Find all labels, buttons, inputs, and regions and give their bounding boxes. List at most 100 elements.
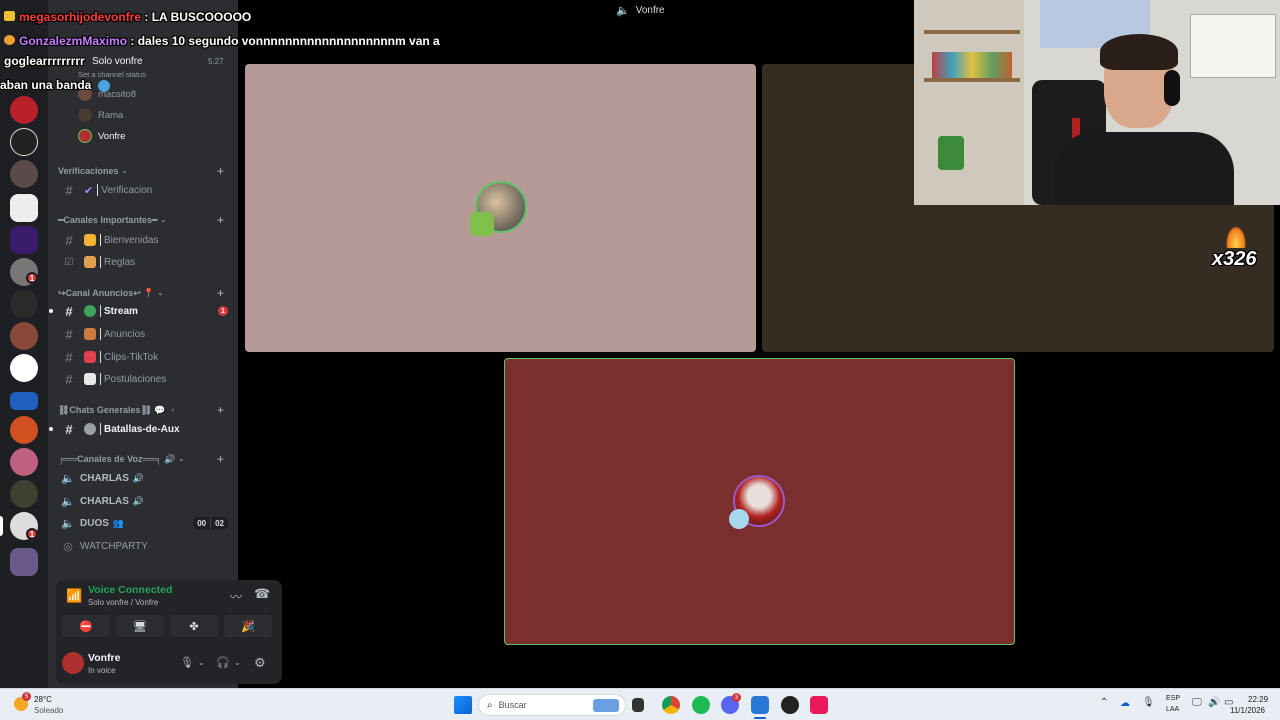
window-title: Vonfre (635, 5, 665, 16)
add-channel-icon[interactable]: + (217, 213, 224, 227)
chevron-down-icon: ⌄ (178, 456, 185, 463)
notepad-icon[interactable] (751, 696, 769, 714)
voice-channel-watchparty[interactable]: ◎ WATCHPARTY (56, 536, 232, 556)
member-name: Vonfre (98, 130, 126, 142)
chat-message: megasorhijodevonfre : LA BUSCOOOOO (4, 10, 251, 24)
server-icon-9[interactable] (10, 354, 38, 382)
microphone-icon[interactable]: 🎙 (1142, 697, 1155, 708)
spotify-icon[interactable] (692, 696, 710, 714)
disconnect-icon[interactable]: ☎ (254, 586, 270, 602)
avatar-decoration-icon (729, 509, 749, 529)
server-icon-15[interactable] (10, 548, 38, 576)
category-anuncios[interactable]: ↪Canal Anuncios↩ 📍 ⌄ + (58, 286, 234, 300)
server-icon-10[interactable] (10, 392, 38, 410)
gear-icon[interactable]: ⚙ (254, 655, 266, 671)
noise-suppression-icon[interactable]: 〰 (230, 588, 242, 605)
user-limit-counter: 00 02 (193, 516, 228, 530)
user-avatar[interactable] (62, 652, 84, 674)
screen-share-button[interactable]: 🖥 (116, 615, 164, 637)
channel-postulaciones[interactable]: # Postulaciones (56, 369, 232, 389)
webcam-overlay (914, 0, 1280, 205)
category-voz[interactable]: ╒══Canales de Voz══╕ 🔊 ⌄ + (58, 452, 234, 466)
soundboard-button[interactable]: 🎉 (224, 615, 272, 637)
voice-channel-duos[interactable]: 🔈 DUOS 👥 00 02 (56, 513, 232, 533)
tiktok-icon[interactable] (810, 696, 828, 714)
taskbar-search[interactable]: ⌕ Buscar (478, 694, 626, 716)
chevron-down-icon: ⌄ (160, 217, 167, 224)
shelf-board (924, 78, 1020, 82)
channel-clips-tiktok[interactable]: # Clips-TikTok (56, 347, 232, 367)
voice-channel-title[interactable]: Solo vonfre (92, 56, 143, 67)
camera-off-button[interactable]: ⛔ (62, 615, 110, 637)
chevron-down-icon[interactable]: ⌄ (234, 658, 241, 667)
camera-off-icon: ⛔ (79, 620, 93, 633)
clock-date[interactable]: 11/1/2026 (1230, 706, 1265, 715)
voice-connected-label[interactable]: Voice Connected (88, 584, 172, 596)
active-app-indicator (754, 717, 766, 719)
server-icon-5[interactable] (10, 226, 38, 254)
participant-tile-vonfre[interactable] (504, 358, 1015, 645)
onedrive-icon[interactable]: ☁ (1120, 698, 1130, 709)
headphones-icon[interactable]: 🎧 (216, 656, 230, 669)
windows-start-icon[interactable] (454, 696, 472, 714)
server-icon-8[interactable] (10, 322, 38, 350)
voice-member[interactable]: Rama (78, 106, 123, 124)
hash-icon: # (65, 349, 73, 365)
server-icon-2[interactable] (10, 128, 38, 156)
chevron-down-icon[interactable]: ⌄ (198, 658, 205, 667)
channel-anuncios[interactable]: # Anuncios (56, 324, 232, 344)
chevron-up-icon[interactable]: ⌃ (1100, 697, 1108, 708)
microphone-icon[interactable]: 🎙 (180, 656, 194, 669)
channel-reglas[interactable]: ☑ Reglas (56, 252, 232, 272)
category-generales[interactable]: ⛓Chats Generales⛓ 💬 › + (58, 403, 234, 417)
weather-badge: 5 (22, 692, 31, 701)
server-icon-13[interactable] (10, 480, 38, 508)
add-channel-icon[interactable]: + (217, 403, 224, 417)
file-explorer-icon[interactable] (632, 698, 644, 712)
hash-icon: # (65, 371, 73, 387)
voice-location[interactable]: Solo vonfre / Vonfre (88, 598, 158, 607)
add-channel-icon[interactable]: + (217, 286, 224, 300)
add-channel-icon[interactable]: + (217, 164, 224, 178)
participant-tile-macsito8[interactable] (245, 64, 756, 352)
category-verificaciones[interactable]: Verificaciones ⌄ + (58, 164, 234, 178)
network-icon[interactable]: 🖵 (1192, 697, 1202, 708)
chrome-icon[interactable] (662, 696, 680, 714)
weather-temp[interactable]: 28°C (34, 695, 52, 704)
server-icon-3[interactable] (10, 160, 38, 188)
server-icon-11[interactable] (10, 416, 38, 444)
language-bottom[interactable]: LAA (1166, 706, 1179, 713)
clock-time[interactable]: 22:29 (1248, 695, 1268, 704)
shelf-board (924, 30, 1020, 34)
server-icon-1[interactable] (10, 96, 38, 124)
language-top[interactable]: ESP (1166, 695, 1180, 702)
obs-icon[interactable] (781, 696, 799, 714)
chevron-right-icon: › (171, 406, 174, 414)
activities-button[interactable]: ✤ (170, 615, 218, 637)
chat-text: dales 10 segundo vonnnnnnnnnnnnnnnnnnnm … (137, 34, 440, 48)
signal-icon: 📶 (66, 588, 83, 603)
scroll-icon (84, 256, 96, 268)
voice-title-bar: 🔈 Vonfre (616, 4, 665, 17)
chat-username: megasorhijodevonfre (19, 10, 142, 24)
soundboard-icon: 🎉 (241, 620, 255, 633)
server-icon-7[interactable] (10, 290, 38, 318)
add-channel-icon[interactable]: + (217, 452, 224, 466)
category-importantes[interactable]: ━Canales Importantes━ ⌄ + (58, 213, 234, 227)
server-icon-12[interactable] (10, 448, 38, 476)
voice-member[interactable]: Vonfre (78, 127, 125, 145)
people-icon: 👥 (112, 517, 125, 528)
voice-channel-charlas-1[interactable]: 🔈 CHARLAS 🔊 (56, 468, 232, 488)
volume-icon[interactable]: 🔊 (1208, 697, 1220, 708)
chat-text: aban una banda (0, 78, 92, 92)
channel-stream[interactable]: # Stream 1 (49, 301, 232, 321)
user-status: In voice (88, 666, 116, 675)
search-highlight-icon (593, 699, 619, 712)
channel-batallas-de-aux[interactable]: # Batallas-de-Aux (49, 419, 232, 439)
voice-channel-charlas-2[interactable]: 🔈 CHARLAS 🔊 (56, 491, 232, 511)
channel-bienvenidas[interactable]: # Bienvenidas (56, 230, 232, 250)
channel-verificacion[interactable]: # ✔ Verificacion (56, 180, 232, 200)
rules-icon: ☑ (64, 256, 74, 268)
username[interactable]: Vonfre (88, 652, 120, 664)
server-icon-4[interactable] (10, 194, 38, 222)
